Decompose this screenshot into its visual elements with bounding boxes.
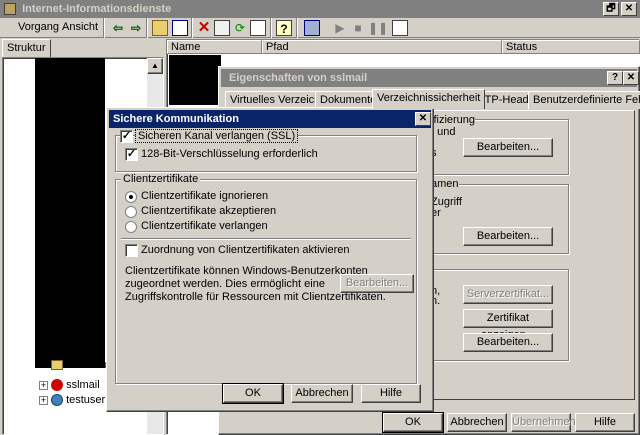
secure-edit-button[interactable]: Bearbeiten...: [463, 333, 553, 352]
menu-ansicht[interactable]: Ansicht: [62, 21, 98, 33]
stop-icon: [51, 379, 63, 392]
toolbar-separator: [270, 18, 272, 38]
menu-vorgang[interactable]: Vorgang: [18, 21, 59, 33]
radio-accept-label[interactable]: Clientzertifikate akzeptieren: [141, 205, 276, 217]
folder-icon: [51, 360, 63, 371]
tree-item-sslmail[interactable]: sslmail: [51, 378, 100, 392]
show-certificate-button[interactable]: Zertifikat anzeigen...: [463, 309, 553, 341]
computer-icon[interactable]: [304, 20, 320, 36]
scroll-up-button[interactable]: ▲: [147, 58, 163, 74]
auth-fragment: , und: [431, 126, 456, 138]
secure-communication-dialog: Sichere Kommunikation ✕ ✓ Sicheren Kanal…: [106, 107, 434, 412]
mapping-checkbox[interactable]: [125, 244, 138, 257]
tab-struktur[interactable]: Struktur: [2, 39, 51, 57]
help-icon[interactable]: ?: [276, 20, 292, 36]
auth-edit-button[interactable]: Bearbeiten...: [463, 138, 553, 157]
cancel-button[interactable]: Abbrechen: [447, 413, 507, 432]
help-button[interactable]: Hilfe: [361, 384, 421, 403]
radio-ignore[interactable]: [125, 191, 137, 203]
toolbar-separator: [146, 18, 148, 38]
apply-button[interactable]: Übernehmen: [511, 413, 576, 432]
toolbar-separator: [191, 18, 193, 38]
ok-button[interactable]: OK: [222, 383, 284, 404]
main-title: Internet-Informationsdienste: [22, 3, 172, 15]
ip-fragment: amen: [431, 178, 459, 190]
refresh-icon[interactable]: ⟳: [232, 20, 248, 36]
tree-expander[interactable]: +: [39, 381, 48, 390]
properties-titlebar: Eigenschaften von sslmail: [221, 69, 637, 87]
tab-custom-errors[interactable]: Benutzerdefinierte Fehler: [528, 91, 640, 109]
column-status[interactable]: Status: [502, 40, 640, 54]
tree-expander[interactable]: +: [39, 396, 48, 405]
radio-accept[interactable]: [125, 206, 137, 218]
require-128-label[interactable]: 128-Bit-Verschlüsselung erforderlich: [141, 148, 318, 160]
help-icon[interactable]: ?: [607, 71, 623, 85]
main-titlebar: Internet-Informationsdienste: [0, 0, 640, 18]
description-line: Clientzertifikate können Windows-Benutze…: [125, 265, 368, 277]
properties-icon[interactable]: [214, 20, 230, 36]
forward-icon[interactable]: ⇨: [128, 20, 144, 36]
delete-icon[interactable]: ✕: [196, 20, 212, 36]
client-cert-group-label: Clientzertifikate: [121, 173, 201, 185]
restore-icon[interactable]: 🗗: [603, 2, 619, 16]
radio-require[interactable]: [125, 221, 137, 233]
stop-icon[interactable]: ■: [350, 20, 366, 36]
tree-item-testuser1[interactable]: testuser1: [51, 393, 111, 407]
radio-require-label[interactable]: Clientzertifikate verlangen: [141, 220, 268, 232]
radio-ignore-label[interactable]: Clientzertifikate ignorieren: [141, 190, 268, 202]
redacted-block: [35, 58, 105, 368]
secure-titlebar: Sichere Kommunikation: [109, 110, 431, 128]
menu-toolbar: Vorgang Ansicht ⇦ ⇨ ✕ ⟳ ? ▶ ■ ❚❚: [0, 18, 640, 38]
description-line: zugeordnet werden. Dies ermöglicht eine: [125, 278, 325, 290]
divider: [121, 238, 411, 240]
ip-edit-button[interactable]: Bearbeiten...: [463, 227, 553, 246]
auth-fragment: ifizierung: [431, 114, 476, 126]
toolbar-separator: [103, 18, 105, 38]
export-icon[interactable]: [250, 20, 266, 36]
close-icon[interactable]: ✕: [623, 71, 639, 85]
tab-directory-security[interactable]: Verzeichnissicherheit: [372, 89, 486, 109]
toolbar-separator: [296, 18, 298, 38]
close-icon[interactable]: ✕: [415, 112, 431, 126]
require-128-checkbox[interactable]: ✓: [125, 148, 138, 161]
globe-icon: [51, 394, 63, 407]
column-pfad[interactable]: Pfad: [262, 40, 502, 54]
up-folder-icon[interactable]: [152, 20, 168, 36]
mapping-label[interactable]: Zuordnung von Clientzertifikaten aktivie…: [141, 244, 350, 256]
close-icon[interactable]: ✕: [621, 2, 637, 16]
log-icon[interactable]: [392, 20, 408, 36]
help-button[interactable]: Hilfe: [575, 413, 635, 432]
play-icon[interactable]: ▶: [332, 20, 348, 36]
require-ssl-label[interactable]: Sicheren Kanal verlangen (SSL): [134, 129, 299, 143]
ok-button[interactable]: OK: [382, 412, 444, 433]
pause-icon[interactable]: ❚❚: [368, 20, 388, 36]
redacted-block: [169, 55, 221, 105]
show-tree-icon[interactable]: [172, 20, 188, 36]
column-name[interactable]: Name: [167, 40, 262, 54]
mapping-edit-button[interactable]: Bearbeiten...: [340, 274, 414, 293]
back-icon[interactable]: ⇦: [110, 20, 126, 36]
cancel-button[interactable]: Abbrechen: [291, 384, 353, 403]
server-certificate-button[interactable]: Serverzertifikat...: [463, 285, 553, 304]
app-icon: [4, 3, 16, 16]
require-ssl-checkbox[interactable]: ✓: [120, 130, 133, 143]
